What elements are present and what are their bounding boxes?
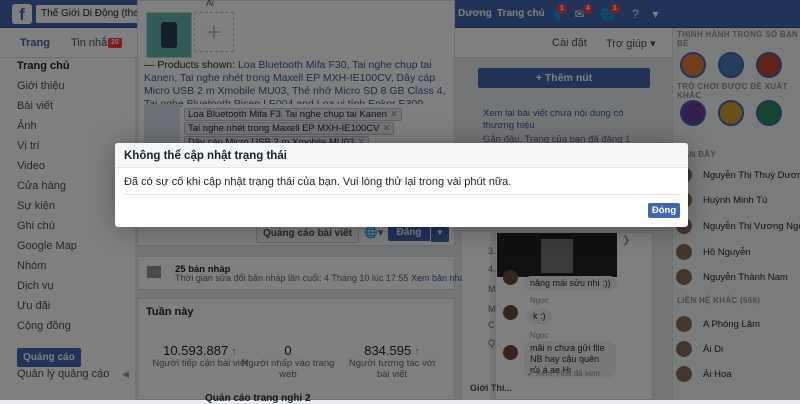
dialog-title: Không thể cập nhật trạng thái <box>124 150 287 162</box>
dialog-message: Đã có sự cố khi cập nhật trạng thái của … <box>124 176 512 188</box>
close-button[interactable]: Đóng <box>648 203 680 218</box>
error-dialog: Không thể cập nhật trạng thái Đã có sự c… <box>115 143 688 227</box>
dialog-divider <box>124 194 679 195</box>
dialog-header: Không thể cập nhật trạng thái <box>115 143 688 168</box>
